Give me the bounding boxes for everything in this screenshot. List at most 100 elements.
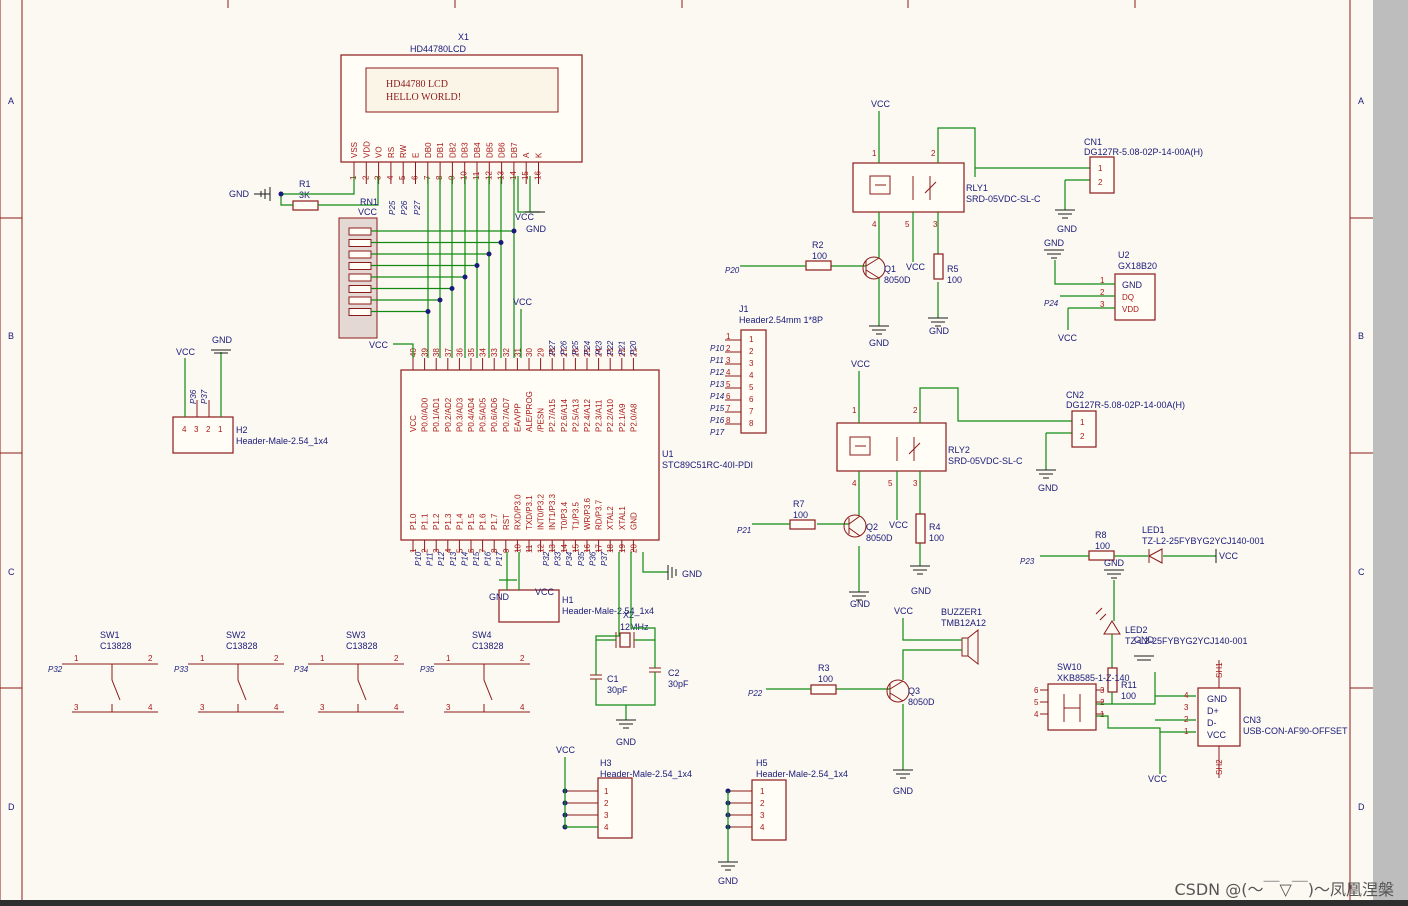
gnd-symbol <box>893 769 913 779</box>
lcd-pin-name: A <box>522 152 531 158</box>
rly1-pin4: 4 <box>872 220 877 229</box>
switch-pin1: 1 <box>200 654 205 663</box>
connector-cn2[interactable]: CN2 DG127R-5.08-02P-14-00A(H) 1 2 <box>1066 390 1185 448</box>
header-h3[interactable]: H3 Header-Male-2.54_1x4 VCC 1 2 3 4 <box>556 745 692 839</box>
r8-value: 100 <box>1095 541 1110 551</box>
switch-net: P34 <box>294 665 309 674</box>
h3-pin-number: 4 <box>604 823 609 832</box>
header-h2[interactable]: H2 Header-Male-2.54_1x4 4 3 2 1 P36 P37 VCC G… <box>172 335 328 454</box>
row-label-right: A <box>1358 96 1364 106</box>
switch-part: C13828 <box>472 641 504 651</box>
cn1-pin1: 1 <box>1098 164 1103 173</box>
rn1-resistor <box>348 227 372 236</box>
switch-sw10[interactable]: SW10 XKB8585-1-Z-140 654321 <box>1034 662 1130 731</box>
schematic-canvas: A A B B C C D D X1 HD44780LCD HD44780 LCD HELLO… <box>0 0 1373 902</box>
resistor-r3[interactable]: R3 100 P22 <box>748 663 837 698</box>
mcu-bottom-pin-number: 17 <box>595 544 604 553</box>
lcd-pin-name: DB5 <box>485 142 494 158</box>
switch-net: P35 <box>420 665 435 674</box>
resistor-network-rn1[interactable]: RN1 VCC VCC <box>338 197 389 350</box>
connector-cn3[interactable]: CN3 USB-CON-AF90-OFFSET 4 GND3 D+2 D-1 VCC S… <box>1184 660 1348 778</box>
gnd-label: GND <box>1104 558 1125 568</box>
rly2-pin3: 3 <box>913 479 918 488</box>
resistor-r5[interactable]: R5 100 <box>933 253 962 285</box>
gnd-symbol <box>1134 655 1154 661</box>
buzzer-1[interactable]: BUZZER1 TMB12A12 <box>941 607 986 666</box>
h2-part: Header-Male-2.54_1x4 <box>236 436 328 446</box>
c1-ref: C1 <box>607 674 619 684</box>
resistor-r8[interactable]: R8 100 P23 <box>1020 530 1115 566</box>
relay-rly1[interactable]: RLY1 SRD-05VDC-SL-C 1 2 4 5 3 <box>852 149 1041 229</box>
mcu-bottom-pin-name: P1.2 <box>432 513 441 530</box>
junction-dot <box>437 297 443 303</box>
q2-ref: Q2 <box>866 522 878 532</box>
connector-cn1[interactable]: CN1 DG127R-5.08-02P-14-00A(H) 1 2 <box>1084 137 1203 194</box>
lcd-net-label: P26 <box>400 200 409 215</box>
mcu-u1[interactable]: U1 STC89C51RC-40I-PDI 40VCC39P0.0/AD038P… <box>400 340 753 566</box>
mcu-top-pin-name: P0.0/AD0 <box>421 397 430 432</box>
h1-ref: H1 <box>562 595 574 605</box>
gnd-label: GND <box>718 876 739 886</box>
mcu-part: STC89C51RC-40I-PDI <box>662 460 753 470</box>
lcd-backlight-wires <box>517 176 540 213</box>
sw10-pin-number: 6 <box>1034 686 1039 695</box>
mcu-top-pin-number: 39 <box>421 348 430 357</box>
transistor-q1[interactable]: Q1 8050D <box>862 256 911 285</box>
j1-body <box>740 329 767 434</box>
switch-sw2[interactable]: SW2C13828 1 2 3 4 P33 <box>174 630 284 713</box>
header-h5[interactable]: H5 Header-Male-2.54_1x4 1 2 3 4 <box>725 758 849 841</box>
transistor-q3[interactable]: Q3 8050D <box>886 679 935 707</box>
rly1-pin2: 2 <box>931 149 936 158</box>
led1-part: TZ-L2-25FYBYG2YCJ140-001 <box>1142 536 1265 546</box>
j1-net: P17 <box>710 428 725 437</box>
relay-rly2[interactable]: RLY2 SRD-05VDC-SL-C 1 2 4 5 3 <box>836 406 1023 488</box>
mcu-gnd-wire <box>642 552 668 573</box>
rn1-resistor <box>348 262 372 270</box>
sensor-u2[interactable]: U2 GX18B20 GND DQ VDD 1 2 3 P24 <box>1044 250 1157 321</box>
lcd-pin-number: 10 <box>460 171 469 180</box>
switch-pin1: 1 <box>320 654 325 663</box>
vcc-label: VCC <box>556 745 576 755</box>
lcd-x1[interactable]: X1 HD44780LCD HD44780 LCD HELLO WORLD! V… <box>340 32 583 215</box>
switch-ref: SW4 <box>472 630 492 640</box>
mcu-top-net: P20 <box>629 340 638 355</box>
led1-ref: LED1 <box>1142 525 1165 535</box>
led-2[interactable]: LED2 TZ-L2-25FYBYG2YCJ140-001 <box>1095 607 1248 646</box>
status-bar <box>0 900 1408 906</box>
switch-pin2: 2 <box>148 654 153 663</box>
mcu-top-pin-name: P0.3/AD3 <box>455 397 464 432</box>
resistor-r2[interactable]: R2 100 P20 <box>725 240 832 275</box>
r2-ref: R2 <box>812 240 824 250</box>
rn1-resistor <box>348 239 372 247</box>
r2-body <box>805 260 832 271</box>
switch-pin3: 3 <box>320 703 325 712</box>
scrollbar-track[interactable] <box>1373 0 1408 906</box>
u2-pin-gnd: GND <box>1122 280 1143 290</box>
h3-pin-number: 3 <box>604 811 609 820</box>
switch-pin4: 4 <box>394 703 399 712</box>
mcu-top-pin-name: EA/VPP <box>513 403 522 432</box>
lcd-pin-name: DB1 <box>436 142 445 158</box>
switch-pin1: 1 <box>446 654 451 663</box>
transistor-q2[interactable]: Q2 8050D <box>843 514 893 543</box>
header-j1[interactable]: J1 Header2.54mm 1*8P 1 1P10 2 2P11 3 3P12 4 4P1… <box>710 304 823 437</box>
switch-sw1[interactable]: SW1C13828 1 2 3 4 P32 <box>48 630 158 713</box>
switch-sw3[interactable]: SW3C13828 1 2 3 4 P34 <box>294 630 404 713</box>
mcu-bottom-net: P13 <box>449 551 458 566</box>
mcu-bottom-pin-name: XTAL2 <box>606 506 615 530</box>
buzzer-wires <box>836 618 962 770</box>
cn3-pin-number: 2 <box>1184 715 1189 724</box>
mcu-bottom-net: P34 <box>565 551 574 566</box>
gnd-label: GND <box>850 599 871 609</box>
row-label-right: B <box>1358 331 1364 341</box>
rn1-ref: RN1 <box>360 197 378 207</box>
led-1[interactable]: LED1 TZ-L2-25FYBYG2YCJ140-001 <box>1142 525 1265 564</box>
switch-sw4[interactable]: SW4C13828 1 2 3 4 P35 <box>420 630 530 713</box>
resistor-r7[interactable]: R7 100 P21 <box>737 499 816 535</box>
r3-ref: R3 <box>818 663 830 673</box>
resistor-r4[interactable]: R4 100 <box>915 513 944 544</box>
vcc-label: VCC <box>1058 333 1078 343</box>
crystal-body <box>619 632 631 648</box>
crystal-ref: X2 <box>623 610 634 620</box>
mcu-bottom-net: P36 <box>588 551 597 566</box>
